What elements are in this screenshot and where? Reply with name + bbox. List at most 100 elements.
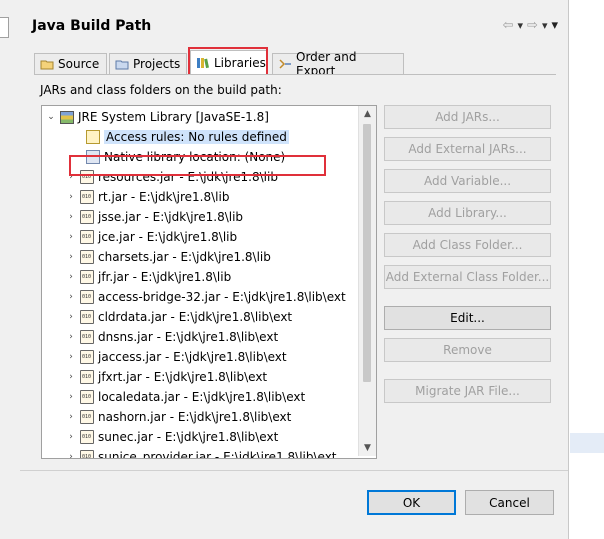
tree-item-label: jfxrt.jar - E:\jdk\jre1.8\lib\ext (98, 370, 268, 384)
jar-icon (80, 270, 94, 284)
back-arrow-icon[interactable]: ⇦ (503, 18, 514, 34)
tree-item-label: sunjce_provider.jar - E:\jdk\jre1.8\lib\… (98, 450, 337, 459)
expand-chevron-icon[interactable]: › (66, 272, 76, 282)
navigation-controls: ⇦ ▾ ⇨ ▾ ▾ (503, 18, 558, 34)
tree-item-jar[interactable]: › nashorn.jar - E:\jdk\jre1.8\lib\ext (66, 407, 291, 427)
tree-item-jar[interactable]: › jaccess.jar - E:\jdk\jre1.8\lib\ext (66, 347, 287, 367)
expand-chevron-icon[interactable]: › (66, 372, 76, 382)
order-export-icon (278, 58, 292, 70)
expand-chevron-icon[interactable]: › (66, 252, 76, 262)
tab-order-export[interactable]: Order and Export (272, 50, 404, 78)
add-variable-button[interactable]: Add Variable... (384, 169, 551, 193)
tab-source[interactable]: Source (34, 53, 107, 74)
jar-icon (80, 410, 94, 424)
jar-icon (80, 370, 94, 384)
tree-scrollbar[interactable]: ▲ ▼ (358, 106, 376, 456)
access-rules-icon (86, 130, 100, 144)
tab-projects[interactable]: Projects (109, 53, 187, 74)
forward-arrow-icon[interactable]: ⇨ (527, 18, 538, 34)
scrollbar-thumb[interactable] (363, 124, 371, 382)
jar-icon (80, 450, 94, 458)
expand-chevron-icon[interactable]: › (66, 292, 76, 302)
build-path-tree[interactable]: ⌄ JRE System Library [JavaSE-1.8] Access… (41, 105, 377, 459)
jar-icon (80, 250, 94, 264)
tree-item-jar[interactable]: › jfr.jar - E:\jdk\jre1.8\lib (66, 267, 231, 287)
tree-root-label: JRE System Library [JavaSE-1.8] (78, 110, 269, 124)
jar-icon (80, 430, 94, 444)
view-menu-icon[interactable]: ▾ (551, 18, 558, 34)
collapse-chevron-icon[interactable]: ⌄ (46, 112, 56, 122)
remove-button[interactable]: Remove (384, 338, 551, 362)
dialog-footer: OK Cancel (20, 471, 568, 539)
tree-item-label: jsse.jar - E:\jdk\jre1.8\lib (98, 210, 244, 224)
ok-button[interactable]: OK (367, 490, 456, 515)
expand-chevron-icon[interactable]: › (66, 192, 76, 202)
tree-item-access-rules[interactable]: Access rules: No rules defined (86, 127, 289, 147)
tree-item-jar[interactable]: › localedata.jar - E:\jdk\jre1.8\lib\ext (66, 387, 305, 407)
background-selection (570, 433, 604, 453)
tree-item-label: dnsns.jar - E:\jdk\jre1.8\lib\ext (98, 330, 279, 344)
background-window-edge (0, 0, 21, 539)
expand-chevron-icon[interactable]: › (66, 352, 76, 362)
libraries-tab-annotation (188, 47, 268, 77)
jar-icon (80, 390, 94, 404)
access-rules-annotation (69, 155, 326, 176)
cancel-button[interactable]: Cancel (465, 490, 554, 515)
tree-item-label: cldrdata.jar - E:\jdk\jre1.8\lib\ext (98, 310, 293, 324)
tree-item-jar[interactable]: › rt.jar - E:\jdk\jre1.8\lib (66, 187, 229, 207)
projects-icon (115, 58, 129, 70)
tree-item-jar[interactable]: › cldrdata.jar - E:\jdk\jre1.8\lib\ext (66, 307, 292, 327)
tree-item-label: rt.jar - E:\jdk\jre1.8\lib (98, 190, 230, 204)
expand-chevron-icon[interactable]: › (66, 452, 76, 458)
scroll-down-icon[interactable]: ▼ (359, 440, 376, 456)
tree-item-jar[interactable]: › dnsns.jar - E:\jdk\jre1.8\lib\ext (66, 327, 278, 347)
libraries-panel: JARs and class folders on the build path… (34, 74, 556, 469)
jar-icon (80, 210, 94, 224)
tree-item-label: Access rules: No rules defined (104, 130, 289, 144)
tree-item-label: sunec.jar - E:\jdk\jre1.8\lib\ext (98, 430, 279, 444)
add-external-jars-button[interactable]: Add External JARs... (384, 137, 551, 161)
background-area (568, 0, 604, 539)
expand-chevron-icon[interactable]: › (66, 412, 76, 422)
expand-chevron-icon[interactable]: › (66, 392, 76, 402)
edit-button[interactable]: Edit... (384, 306, 551, 330)
tree-item-jar[interactable]: › jfxrt.jar - E:\jdk\jre1.8\lib\ext (66, 367, 267, 387)
jar-icon (80, 290, 94, 304)
expand-chevron-icon[interactable]: › (66, 312, 76, 322)
add-jars-button[interactable]: Add JARs... (384, 105, 551, 129)
add-library-button[interactable]: Add Library... (384, 201, 551, 225)
tab-source-label: Source (58, 57, 100, 71)
forward-dropdown-icon[interactable]: ▾ (542, 18, 548, 34)
dialog-title: Java Build Path (32, 18, 152, 34)
add-external-class-folder-button[interactable]: Add External Class Folder... (384, 265, 551, 289)
tree-item-jar[interactable]: › charsets.jar - E:\jdk\jre1.8\lib (66, 247, 271, 267)
expand-chevron-icon[interactable]: › (66, 332, 76, 342)
jar-icon (80, 310, 94, 324)
scroll-up-icon[interactable]: ▲ (359, 106, 376, 122)
jar-icon (80, 230, 94, 244)
build-path-label: JARs and class folders on the build path… (40, 83, 282, 97)
library-icon (60, 110, 74, 124)
migrate-jar-button[interactable]: Migrate JAR File... (384, 379, 551, 403)
tree-item-jar[interactable]: › jce.jar - E:\jdk\jre1.8\lib (66, 227, 237, 247)
source-folder-icon (40, 58, 54, 70)
tab-projects-label: Projects (133, 57, 181, 71)
tree-item-label: access-bridge-32.jar - E:\jdk\jre1.8\lib… (98, 290, 346, 304)
background-text-field (0, 17, 9, 38)
tab-bar: Source Projects Libraries Order and Expo… (34, 50, 554, 78)
tree-item-jar[interactable]: › access-bridge-32.jar - E:\jdk\jre1.8\l… (66, 287, 346, 307)
jar-icon (80, 190, 94, 204)
tree-item-jar[interactable]: › jsse.jar - E:\jdk\jre1.8\lib (66, 207, 243, 227)
tree-item-jar[interactable]: › sunjce_provider.jar - E:\jdk\jre1.8\li… (66, 447, 337, 459)
jar-icon (80, 330, 94, 344)
tree-item-jar[interactable]: › sunec.jar - E:\jdk\jre1.8\lib\ext (66, 427, 278, 447)
build-path-dialog: Java Build Path ⇦ ▾ ⇨ ▾ ▾ Source Project… (20, 0, 569, 539)
expand-chevron-icon[interactable]: › (66, 232, 76, 242)
tree-item-label: jce.jar - E:\jdk\jre1.8\lib (98, 230, 238, 244)
expand-chevron-icon[interactable]: › (66, 432, 76, 442)
tree-root-row[interactable]: ⌄ JRE System Library [JavaSE-1.8] (46, 107, 269, 127)
back-dropdown-icon[interactable]: ▾ (518, 18, 524, 34)
jar-icon (80, 350, 94, 364)
add-class-folder-button[interactable]: Add Class Folder... (384, 233, 551, 257)
expand-chevron-icon[interactable]: › (66, 212, 76, 222)
